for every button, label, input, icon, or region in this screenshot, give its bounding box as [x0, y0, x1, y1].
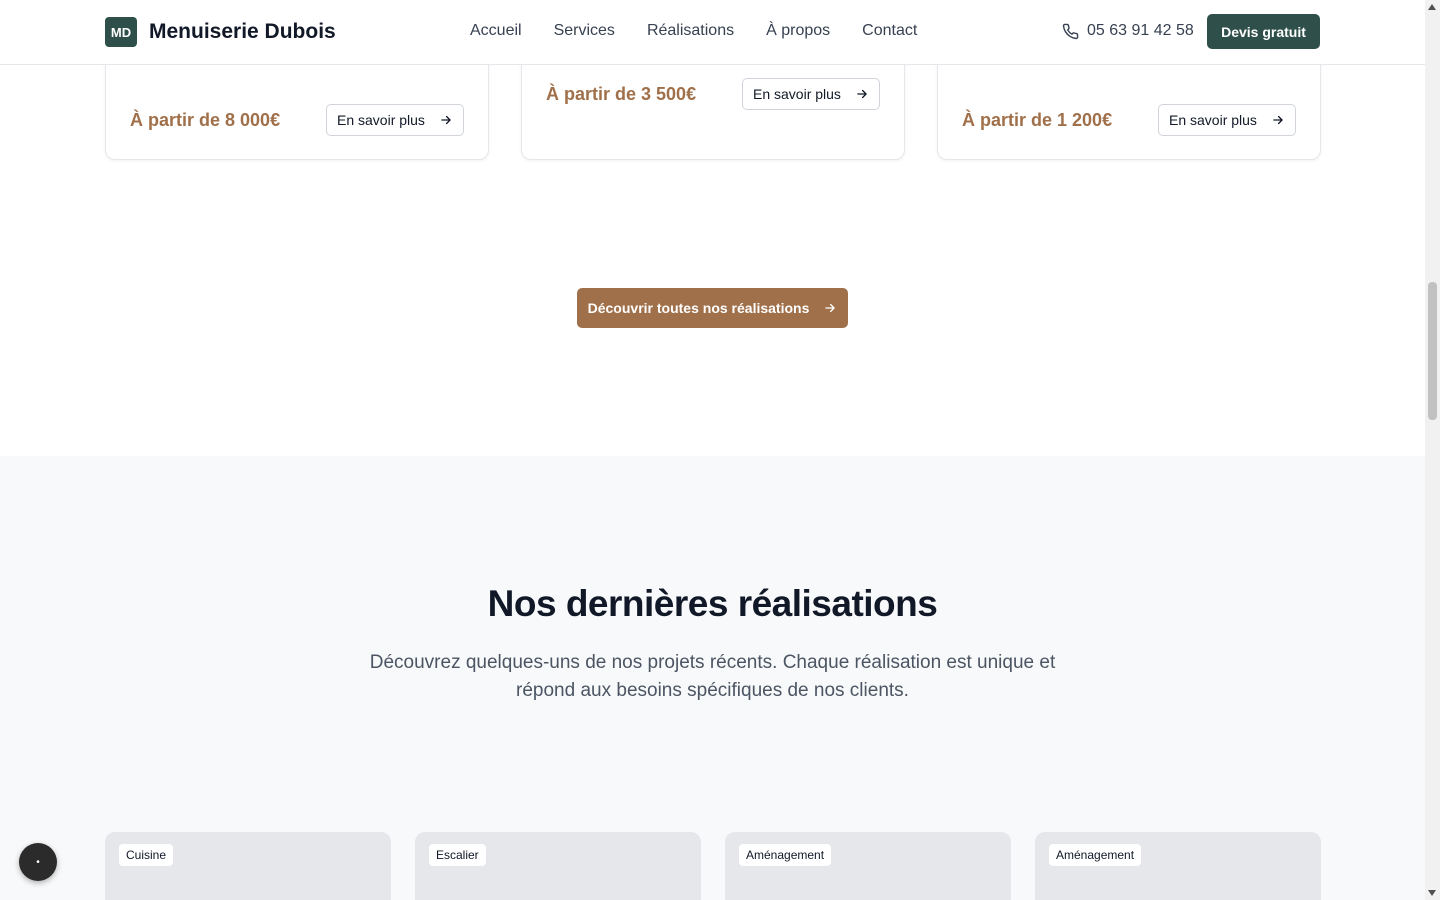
nav-accueil[interactable]: Accueil	[470, 22, 522, 40]
logo-badge[interactable]: MD	[105, 17, 137, 47]
section-description: Découvrez quelques-uns de nos projets ré…	[369, 652, 1056, 701]
project-category-badge: Escalier	[429, 844, 486, 866]
nav-realisations[interactable]: Réalisations	[647, 22, 734, 40]
arrow-right-icon	[441, 115, 451, 125]
service-price: À partir de 3 500€	[546, 84, 697, 104]
project-card[interactable]: Cuisine	[105, 832, 391, 900]
page-scrollbar[interactable]	[1425, 0, 1440, 900]
project-category-badge: Aménagement	[739, 844, 832, 866]
arrow-right-icon	[1273, 115, 1283, 125]
learn-more-label: En savoir plus	[1169, 112, 1257, 128]
service-price: À partir de 8 000€	[130, 110, 281, 130]
section-title: Nos dernières réalisations	[487, 583, 938, 624]
learn-more-label: En savoir plus	[753, 86, 841, 102]
scroll-up-arrow-icon[interactable]	[1428, 4, 1436, 10]
site-header: MD Menuiserie Dubois Accueil Services Ré…	[0, 0, 1425, 65]
discover-label: Découvrir toutes nos réalisations	[587, 300, 810, 316]
chat-widget-button[interactable]: •	[19, 843, 57, 881]
phone-number: 05 63 91 42 58	[1087, 22, 1194, 39]
chat-icon: •	[36, 856, 40, 868]
learn-more-button[interactable]: En savoir plus	[1158, 104, 1296, 136]
project-card[interactable]: Aménagement	[725, 832, 1011, 900]
learn-more-label: En savoir plus	[337, 112, 425, 128]
learn-more-button[interactable]: En savoir plus	[326, 104, 464, 136]
scroll-thumb[interactable]	[1428, 282, 1437, 420]
project-card[interactable]: Escalier	[415, 832, 701, 900]
project-category-badge: Cuisine	[119, 844, 174, 866]
phone-icon	[1062, 23, 1079, 39]
scroll-down-arrow-icon[interactable]	[1428, 890, 1436, 896]
main-nav: Accueil Services Réalisations À propos C…	[470, 22, 917, 40]
project-card[interactable]: Aménagement	[1035, 832, 1321, 900]
arrow-right-icon	[857, 89, 867, 99]
devis-gratuit-button[interactable]: Devis gratuit	[1207, 14, 1320, 49]
nav-contact[interactable]: Contact	[862, 22, 917, 40]
learn-more-button[interactable]: En savoir plus	[742, 78, 880, 110]
service-price: À partir de 1 200€	[962, 110, 1113, 130]
phone-link[interactable]: 05 63 91 42 58	[1062, 22, 1194, 40]
brand-name[interactable]: Menuiserie Dubois	[149, 20, 336, 44]
nav-services[interactable]: Services	[554, 22, 615, 40]
project-category-badge: Aménagement	[1049, 844, 1142, 866]
arrow-right-icon	[825, 303, 836, 313]
realisations-section: Nos dernières réalisations Découvrez que…	[0, 456, 1425, 900]
discover-realisations-button[interactable]: Découvrir toutes nos réalisations	[577, 288, 848, 328]
nav-a-propos[interactable]: À propos	[766, 22, 830, 40]
